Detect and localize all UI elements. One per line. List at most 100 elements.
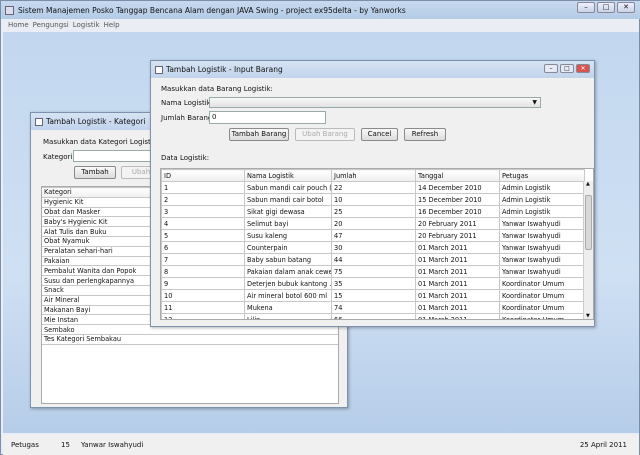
table-cell: 01 March 2011 <box>415 265 500 278</box>
table-cell: 35 <box>331 277 416 290</box>
table-cell: Lilin <box>244 313 332 319</box>
table-row[interactable]: 10 Air mineral botol 600 ml 15 01 March 201… <box>161 289 585 302</box>
table-cell: Koordinator Umum <box>499 313 585 319</box>
table-row[interactable]: 6 Counterpain 30 01 March 2011 Yanwar Iswahy… <box>161 241 585 254</box>
title-bar: Sistem Manajemen Posko Tanggap Bencana A… <box>1 1 640 19</box>
kategori-label: Kategori: <box>43 153 75 161</box>
table-scrollbar[interactable]: ▲ ▼ <box>583 181 593 319</box>
scroll-up-icon[interactable]: ▲ <box>586 181 590 187</box>
table-cell: 01 March 2011 <box>415 277 500 290</box>
table-row[interactable]: 5 Susu kaleng 47 20 February 2011 Yanwar Isw… <box>161 229 585 242</box>
column-header[interactable]: ID <box>161 169 245 182</box>
table-cell: 20 February 2011 <box>415 229 500 242</box>
table-row[interactable]: 11 Mukena 74 01 March 2011 Koordinator Umum <box>161 301 585 314</box>
minimize-button[interactable]: – <box>577 2 595 13</box>
table-cell: 25 <box>331 205 416 218</box>
table-cell: 15 <box>331 289 416 302</box>
table-cell: 1 <box>161 181 245 194</box>
status-id: 15 <box>61 441 70 449</box>
window-title: Sistem Manajemen Posko Tanggap Bencana A… <box>18 5 406 15</box>
table-cell: Yanwar Iswahyudi <box>499 229 585 242</box>
input-barang-title: Tambah Logistik - Input Barang <box>166 65 283 74</box>
menu-bar: Home Pengungsi Logistik Help <box>3 19 639 31</box>
refresh-button[interactable]: Refresh <box>404 128 446 141</box>
table-row[interactable]: 8 Pakaian dalam anak cewe... 75 01 March 20… <box>161 265 585 278</box>
menu-logistik[interactable]: Logistik <box>73 21 100 29</box>
menu-home[interactable]: Home <box>8 21 29 29</box>
column-header[interactable]: Petugas <box>499 169 585 182</box>
jumlah-barang-label: Jumlah Barang: <box>161 114 215 122</box>
table-cell: 15 December 2010 <box>415 193 500 206</box>
ubah-barang-button[interactable]: Ubah Barang <box>295 128 355 141</box>
table-cell: Yanwar Iswahyudi <box>499 217 585 230</box>
table-row[interactable]: 2 Sabun mandi cair botol 10 15 December 201… <box>161 193 585 206</box>
table-cell: 9 <box>161 277 245 290</box>
table-cell: Yanwar Iswahyudi <box>499 265 585 278</box>
table-row[interactable]: 4 Selimut bayi 20 20 February 2011 Yanwar Is… <box>161 217 585 230</box>
nama-logistik-label: Nama Logistik: <box>161 99 214 107</box>
tambah-kategori-button[interactable]: Tambah <box>74 166 116 179</box>
chevron-down-icon: ▼ <box>532 99 537 106</box>
kategori-cell: Tes Kategori Sembakau <box>42 333 338 345</box>
table-row[interactable]: 9 Deterjen bubuk kantong ... 35 01 March 20… <box>161 277 585 290</box>
barang-prompt: Masukkan data Barang Logistik: <box>161 85 273 93</box>
column-header[interactable]: Nama Logistik <box>244 169 332 182</box>
table-cell: Yanwar Iswahyudi <box>499 241 585 254</box>
data-logistik-label: Data Logistik: <box>161 154 210 162</box>
table-cell: 01 March 2011 <box>415 289 500 302</box>
table-cell: 16 December 2010 <box>415 205 500 218</box>
input-barang-title-bar[interactable]: Tambah Logistik - Input Barang – □ ✕ <box>151 61 594 78</box>
table-cell: 14 December 2010 <box>415 181 500 194</box>
table-cell: 8 <box>161 265 245 278</box>
table-cell: Air mineral botol 600 ml <box>244 289 332 302</box>
table-cell: Mukena <box>244 301 332 314</box>
table-cell: Koordinator Umum <box>499 289 585 302</box>
table-cell: Selimut bayi <box>244 217 332 230</box>
table-cell: 01 March 2011 <box>415 241 500 254</box>
table-cell: Counterpain <box>244 241 332 254</box>
kategori-row[interactable]: Tes Kategori Sembakau <box>42 333 338 345</box>
table-row[interactable]: 12 Lilin 66 01 March 2011 Koordinator Umum <box>161 313 585 319</box>
cancel-button[interactable]: Cancel <box>361 128 398 141</box>
table-cell: 30 <box>331 241 416 254</box>
column-header[interactable]: Tanggal <box>415 169 500 182</box>
scrollbar-thumb[interactable] <box>585 195 592 250</box>
jumlah-barang-input[interactable]: 0 <box>209 111 326 124</box>
table-cell: 11 <box>161 301 245 314</box>
minimize-button[interactable]: – <box>544 64 558 73</box>
menu-pengungsi[interactable]: Pengungsi <box>33 21 69 29</box>
column-header[interactable]: Jumlah <box>331 169 416 182</box>
maximize-button[interactable]: □ <box>597 2 615 13</box>
close-button[interactable]: ✕ <box>617 2 635 13</box>
window-icon <box>155 65 163 74</box>
logistik-table[interactable]: ID Nama Logistik Jumlah Tanggal Petugas 1 Sab… <box>160 168 594 320</box>
table-row[interactable]: 7 Baby sabun batang 44 01 March 2011 Yanwar … <box>161 253 585 266</box>
table-cell: Admin Logistik <box>499 205 585 218</box>
table-cell: 74 <box>331 301 416 314</box>
status-name: Yanwar Iswahyudi <box>81 441 144 449</box>
table-cell: Sabun mandi cair botol <box>244 193 332 206</box>
table-cell: 20 February 2011 <box>415 217 500 230</box>
table-cell: Yanwar Iswahyudi <box>499 253 585 266</box>
table-cell: 10 <box>331 193 416 206</box>
scroll-down-icon[interactable]: ▼ <box>586 313 590 319</box>
table-cell: Koordinator Umum <box>499 301 585 314</box>
menu-help[interactable]: Help <box>104 21 120 29</box>
table-cell: Sikat gigi dewasa <box>244 205 332 218</box>
table-cell: 20 <box>331 217 416 230</box>
table-cell: Sabun mandi cair pouch (... <box>244 181 332 194</box>
tambah-barang-button[interactable]: Tambah Barang <box>229 128 289 141</box>
table-cell: 01 March 2011 <box>415 313 500 319</box>
table-cell: Pakaian dalam anak cewe... <box>244 265 332 278</box>
maximize-button[interactable]: □ <box>560 64 574 73</box>
nama-logistik-dropdown[interactable]: ▼ <box>209 97 541 108</box>
status-date: 25 April 2011 <box>579 441 627 449</box>
app-icon <box>5 5 14 15</box>
table-cell: 2 <box>161 193 245 206</box>
table-row[interactable]: 1 Sabun mandi cair pouch (... 22 14 Decembe… <box>161 181 585 194</box>
table-row[interactable]: 3 Sikat gigi dewasa 25 16 December 2010 Admi… <box>161 205 585 218</box>
table-cell: 12 <box>161 313 245 319</box>
table-cell: 3 <box>161 205 245 218</box>
table-cell: Susu kaleng <box>244 229 332 242</box>
close-button[interactable]: ✕ <box>576 64 590 73</box>
